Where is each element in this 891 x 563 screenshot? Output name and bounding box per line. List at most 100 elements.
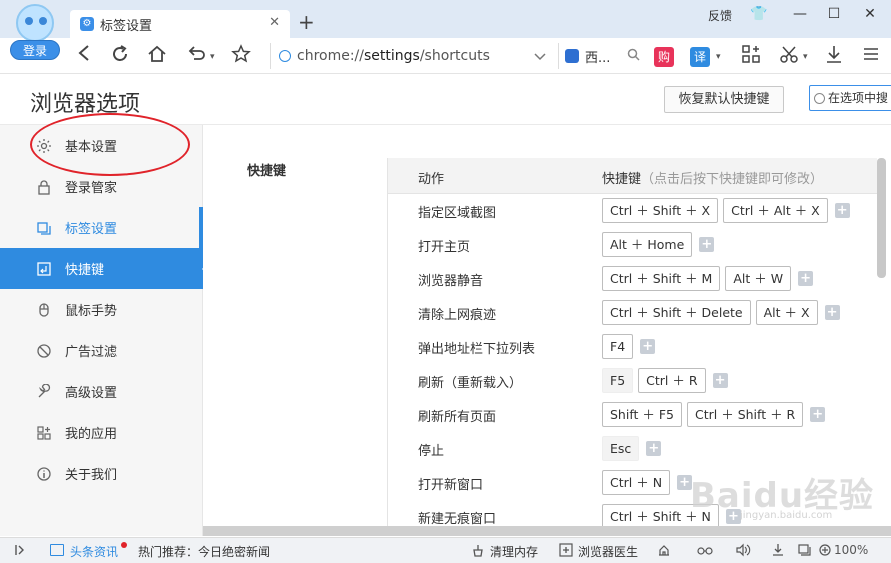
shortcut-key-box[interactable]: Ctrl ＋ N bbox=[602, 470, 671, 495]
section-label-shortcuts: 快捷键 bbox=[247, 164, 287, 179]
add-shortcut-icon[interactable]: + bbox=[699, 237, 715, 252]
table-row: 弹出地址栏下拉列表 F4 + bbox=[388, 330, 877, 364]
skin-icon[interactable]: 👕 bbox=[749, 4, 769, 24]
address-bar[interactable]: chrome://settings/shortcuts bbox=[270, 43, 556, 69]
add-shortcut-icon[interactable]: + bbox=[824, 305, 840, 320]
glasses-icon[interactable] bbox=[697, 543, 713, 561]
sidebar-toggle-icon[interactable] bbox=[14, 543, 26, 560]
add-shortcut-icon[interactable]: + bbox=[640, 339, 656, 354]
vertical-scrollbar[interactable] bbox=[877, 158, 886, 278]
home-icon[interactable] bbox=[145, 44, 169, 68]
search-icon[interactable] bbox=[627, 48, 640, 64]
table-row: 刷新所有页面 Shift ＋ F5 Ctrl ＋ Shift ＋ R + bbox=[388, 398, 877, 432]
undo-close-icon[interactable] bbox=[184, 44, 208, 68]
shortcut-key-box[interactable]: Esc bbox=[602, 436, 640, 461]
shortcut-key-box[interactable]: Alt ＋ Home bbox=[602, 232, 693, 257]
tab-settings[interactable]: ⚙ 标签设置 ✕ bbox=[70, 10, 290, 38]
zoom-icon[interactable] bbox=[818, 543, 832, 561]
download-icon[interactable] bbox=[822, 44, 846, 68]
sidebar-item-my-apps[interactable]: 我的应用 bbox=[0, 412, 203, 453]
horizontal-scrollbar[interactable] bbox=[203, 526, 891, 536]
sidebar-item-mouse-gestures[interactable]: 鼠标手势 bbox=[0, 289, 203, 330]
translate-dropdown-icon[interactable]: ▾ bbox=[716, 52, 721, 62]
news-link[interactable]: 头条资讯 bbox=[70, 543, 118, 560]
screenshot-dropdown-icon[interactable]: ▾ bbox=[803, 52, 808, 62]
close-tab-icon[interactable]: ✕ bbox=[269, 15, 280, 30]
refresh-icon[interactable] bbox=[108, 44, 132, 68]
shortcut-key-box[interactable]: F4 bbox=[602, 334, 634, 359]
scissors-icon[interactable] bbox=[777, 44, 801, 68]
zoom-level[interactable]: 100% bbox=[834, 543, 868, 557]
chevron-down-icon[interactable] bbox=[534, 44, 546, 71]
table-row: 清除上网痕迹 Ctrl ＋ Shift ＋ Delete Alt ＋ X + bbox=[388, 296, 877, 330]
sidebar-item-login-manager[interactable]: 登录管家 bbox=[0, 166, 203, 207]
sidebar-item-label: 快捷键 bbox=[65, 263, 105, 278]
restore-default-shortcuts-button[interactable]: 恢复默认快捷键 bbox=[664, 86, 784, 113]
shortcut-key-box[interactable]: Alt ＋ W bbox=[725, 266, 792, 291]
shortcut-key-box[interactable]: Ctrl ＋ Shift ＋ Delete bbox=[602, 300, 751, 325]
add-shortcut-icon[interactable]: + bbox=[810, 407, 826, 422]
user-avatar[interactable]: 登录 bbox=[10, 4, 60, 60]
shortcut-keys: Ctrl ＋ Shift ＋ Delete Alt ＋ X + bbox=[602, 300, 840, 325]
settings-search-input[interactable] bbox=[828, 91, 891, 105]
shortcut-key-box[interactable]: Shift ＋ F5 bbox=[602, 402, 683, 427]
sidebar-item-ad-filter[interactable]: 广告过滤 bbox=[0, 330, 203, 371]
menu-hamburger-icon[interactable] bbox=[859, 44, 883, 68]
search-icon bbox=[814, 92, 825, 104]
minimize-icon[interactable]: — bbox=[790, 4, 810, 24]
shortcut-action-label: 浏览器静音 bbox=[418, 274, 484, 289]
undo-dropdown-icon[interactable]: ▾ bbox=[210, 52, 215, 62]
tabs-icon bbox=[36, 220, 52, 236]
info-icon bbox=[36, 466, 52, 482]
shortcut-key-box[interactable]: Alt ＋ X bbox=[755, 300, 818, 325]
shortcut-keys: F5 Ctrl ＋ R + bbox=[602, 368, 728, 393]
login-button[interactable]: 登录 bbox=[10, 40, 60, 60]
add-shortcut-icon[interactable]: + bbox=[834, 203, 850, 218]
mascot-icon bbox=[16, 4, 54, 42]
shopping-extension-icon[interactable]: 购 bbox=[654, 47, 674, 67]
watermark-url: jingyan.baidu.com bbox=[740, 510, 833, 521]
sidebar-item-tab-settings[interactable]: 标签设置 bbox=[0, 207, 203, 248]
shortcut-keys: Esc + bbox=[602, 436, 662, 461]
sidebar-item-basic-settings[interactable]: 基本设置 bbox=[0, 125, 203, 166]
shortcut-key-box[interactable]: Ctrl ＋ Shift ＋ X bbox=[602, 198, 719, 223]
shortcut-action-label: 弹出地址栏下拉列表 bbox=[418, 342, 536, 357]
sidebar-item-label: 鼠标手势 bbox=[65, 304, 118, 319]
window-mode-icon[interactable] bbox=[797, 543, 811, 561]
translate-extension-icon[interactable]: 译 bbox=[690, 47, 710, 67]
bookmark-star-icon[interactable] bbox=[229, 44, 253, 68]
shortcut-key-box[interactable]: Ctrl ＋ Shift ＋ M bbox=[602, 266, 721, 291]
sidebar-item-advanced-settings[interactable]: 高级设置 bbox=[0, 371, 203, 412]
shortcut-action-label: 打开主页 bbox=[418, 240, 471, 255]
apps-grid-icon[interactable] bbox=[739, 44, 763, 68]
sidebar-item-label: 关于我们 bbox=[65, 468, 118, 483]
speed-icon[interactable] bbox=[657, 543, 671, 561]
sound-icon[interactable] bbox=[735, 543, 751, 561]
search-engine-box[interactable]: 西... bbox=[558, 43, 644, 69]
add-shortcut-icon[interactable]: + bbox=[646, 441, 662, 456]
sidebar-item-about-us[interactable]: 关于我们 bbox=[0, 453, 203, 494]
close-window-icon[interactable]: ✕ bbox=[860, 4, 880, 24]
shortcut-key-box[interactable]: Ctrl ＋ Alt ＋ X bbox=[723, 198, 828, 223]
hot-recommend-link[interactable]: 热门推荐：今日绝密新闻 bbox=[138, 543, 270, 560]
block-icon bbox=[36, 343, 52, 359]
clean-memory-button[interactable]: 清理内存 bbox=[490, 543, 538, 560]
back-icon[interactable] bbox=[72, 44, 96, 68]
nav-toolbar: ▾ chrome://settings/shortcuts 西... 购 译 ▾… bbox=[0, 38, 891, 74]
search-engine-text: 西... bbox=[585, 50, 611, 66]
feedback-link[interactable]: 反馈 bbox=[708, 7, 732, 24]
add-shortcut-icon[interactable]: + bbox=[798, 271, 814, 286]
sidebar-item-shortcuts[interactable]: 快捷键 bbox=[0, 248, 209, 289]
shortcut-key-box[interactable]: Ctrl ＋ Shift ＋ R bbox=[687, 402, 804, 427]
shortcut-key-box[interactable]: F5 bbox=[602, 368, 634, 393]
browser-doctor-button[interactable]: 浏览器医生 bbox=[578, 543, 638, 560]
settings-search-box[interactable] bbox=[809, 85, 891, 111]
new-tab-button[interactable]: + bbox=[298, 12, 315, 32]
maximize-icon[interactable]: ☐ bbox=[824, 4, 844, 24]
download-status-icon[interactable] bbox=[771, 543, 785, 561]
add-shortcut-icon[interactable]: + bbox=[712, 373, 728, 388]
table-row: 刷新（重新载入） F5 Ctrl ＋ R + bbox=[388, 364, 877, 398]
shortcut-key-box[interactable]: Ctrl ＋ R bbox=[638, 368, 706, 393]
apps-icon bbox=[36, 425, 52, 441]
active-indicator bbox=[202, 262, 209, 276]
